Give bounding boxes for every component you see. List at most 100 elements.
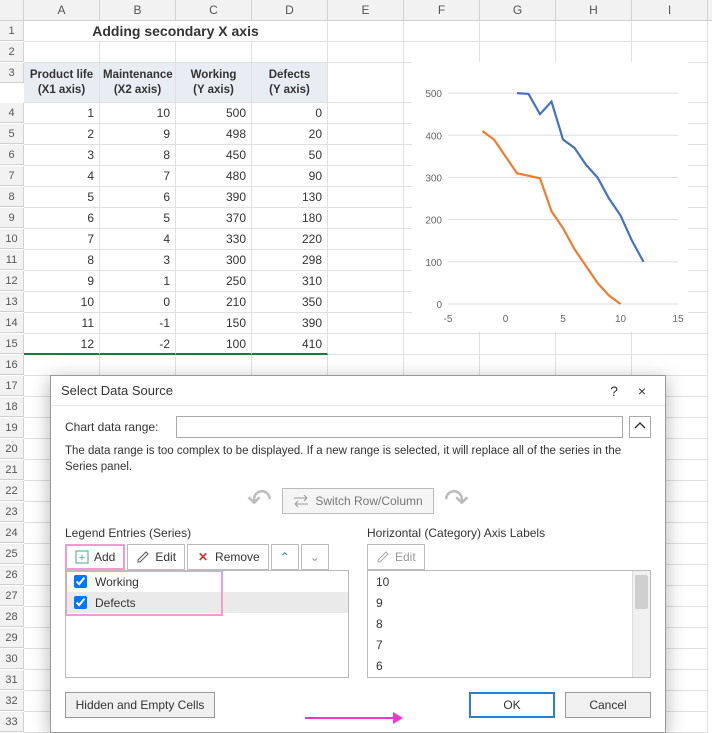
table-header[interactable]: Working(Y axis) [176,63,252,103]
series-list-item[interactable]: Defects [66,592,348,613]
data-cell[interactable]: 4 [24,166,100,187]
row-header[interactable]: 13 [0,292,24,312]
data-cell[interactable]: 250 [176,271,252,292]
table-header[interactable]: Maintenance(X2 axis) [100,63,176,103]
row-header[interactable]: 26 [0,565,24,585]
data-cell[interactable]: 1 [24,103,100,124]
category-list-item[interactable]: 6 [368,655,650,676]
row-header[interactable]: 33 [0,712,24,732]
col-header[interactable]: G [480,0,556,20]
data-cell[interactable]: 480 [176,166,252,187]
data-cell[interactable]: 130 [252,187,328,208]
data-cell[interactable]: 450 [176,145,252,166]
data-cell[interactable]: 100 [176,334,252,355]
data-cell[interactable]: 6 [100,187,176,208]
data-cell[interactable]: 10 [100,103,176,124]
row-header[interactable]: 6 [0,145,24,165]
col-header[interactable]: A [24,0,100,20]
data-cell[interactable]: 390 [176,187,252,208]
close-button[interactable]: × [629,378,655,404]
data-cell[interactable]: 50 [252,145,328,166]
data-cell[interactable]: 330 [176,229,252,250]
table-header[interactable]: Defects(Y axis) [252,63,328,103]
col-header[interactable]: F [404,0,480,20]
row-header[interactable]: 10 [0,229,24,249]
data-cell[interactable]: 20 [252,124,328,145]
row-header[interactable]: 1 [0,21,24,41]
col-header[interactable]: I [632,0,708,20]
row-header[interactable]: 21 [0,460,24,480]
dialog-titlebar[interactable]: Select Data Source ? × [51,376,665,406]
data-cell[interactable]: 3 [100,250,176,271]
row-header[interactable]: 7 [0,166,24,186]
series-list[interactable]: Working Defects [65,570,349,678]
row-header[interactable]: 23 [0,502,24,522]
data-cell[interactable]: 298 [252,250,328,271]
row-header[interactable]: 14 [0,313,24,333]
data-cell[interactable]: 498 [176,124,252,145]
data-cell[interactable]: 0 [100,292,176,313]
data-cell[interactable]: 10 [24,292,100,313]
data-cell[interactable]: 4 [100,229,176,250]
hidden-empty-cells-button[interactable]: Hidden and Empty Cells [65,692,215,718]
select-all-corner[interactable] [0,0,24,20]
data-cell[interactable]: 7 [100,166,176,187]
row-header[interactable]: 17 [0,376,24,396]
col-header[interactable]: H [556,0,632,20]
series-checkbox[interactable] [74,575,87,588]
data-cell[interactable]: 410 [252,334,328,355]
data-cell[interactable]: 90 [252,166,328,187]
scrollbar-thumb[interactable] [635,575,648,609]
data-cell[interactable]: 2 [24,124,100,145]
row-header[interactable]: 31 [0,670,24,690]
data-cell[interactable]: 310 [252,271,328,292]
row-header[interactable]: 9 [0,208,24,228]
data-cell[interactable]: 350 [252,292,328,313]
row-header[interactable]: 11 [0,250,24,270]
add-series-button[interactable]: + Add [65,544,125,570]
data-cell[interactable]: 8 [24,250,100,271]
data-cell[interactable]: 180 [252,208,328,229]
remove-series-button[interactable]: ✕ Remove [187,544,269,570]
data-cell[interactable]: 3 [24,145,100,166]
row-header[interactable]: 25 [0,544,24,564]
data-cell[interactable]: 5 [100,208,176,229]
data-cell[interactable]: 390 [252,313,328,334]
row-header[interactable]: 3 [0,63,24,83]
chart-data-range-input[interactable] [176,416,623,438]
row-header[interactable]: 18 [0,397,24,417]
col-header[interactable]: E [328,0,404,20]
help-button[interactable]: ? [601,378,627,404]
data-cell[interactable]: -2 [100,334,176,355]
row-header[interactable]: 2 [0,42,24,62]
data-cell[interactable]: 6 [24,208,100,229]
row-header[interactable]: 15 [0,334,24,354]
row-header[interactable]: 16 [0,355,24,375]
row-header[interactable]: 19 [0,418,24,438]
data-cell[interactable]: -1 [100,313,176,334]
category-list-item[interactable]: 7 [368,634,650,655]
category-list[interactable]: 109876 [367,570,651,678]
range-picker-button[interactable] [629,416,651,438]
col-header[interactable]: C [176,0,252,20]
data-cell[interactable]: 150 [176,313,252,334]
category-list-item[interactable]: 8 [368,613,650,634]
row-header[interactable]: 8 [0,187,24,207]
data-cell[interactable]: 11 [24,313,100,334]
ok-button[interactable]: OK [469,692,555,718]
data-cell[interactable]: 12 [24,334,100,355]
category-list-item[interactable]: 10 [368,571,650,592]
cancel-button[interactable]: Cancel [565,692,651,718]
row-header[interactable]: 24 [0,523,24,543]
row-header[interactable]: 5 [0,124,24,144]
data-cell[interactable]: 8 [100,145,176,166]
data-cell[interactable]: 210 [176,292,252,313]
row-header[interactable]: 22 [0,481,24,501]
series-checkbox[interactable] [74,596,87,609]
table-header[interactable]: Product life(X1 axis) [24,63,100,103]
row-header[interactable]: 30 [0,649,24,669]
data-cell[interactable]: 370 [176,208,252,229]
row-header[interactable]: 12 [0,271,24,291]
row-header[interactable]: 27 [0,586,24,606]
edit-series-button[interactable]: Edit [127,544,185,570]
